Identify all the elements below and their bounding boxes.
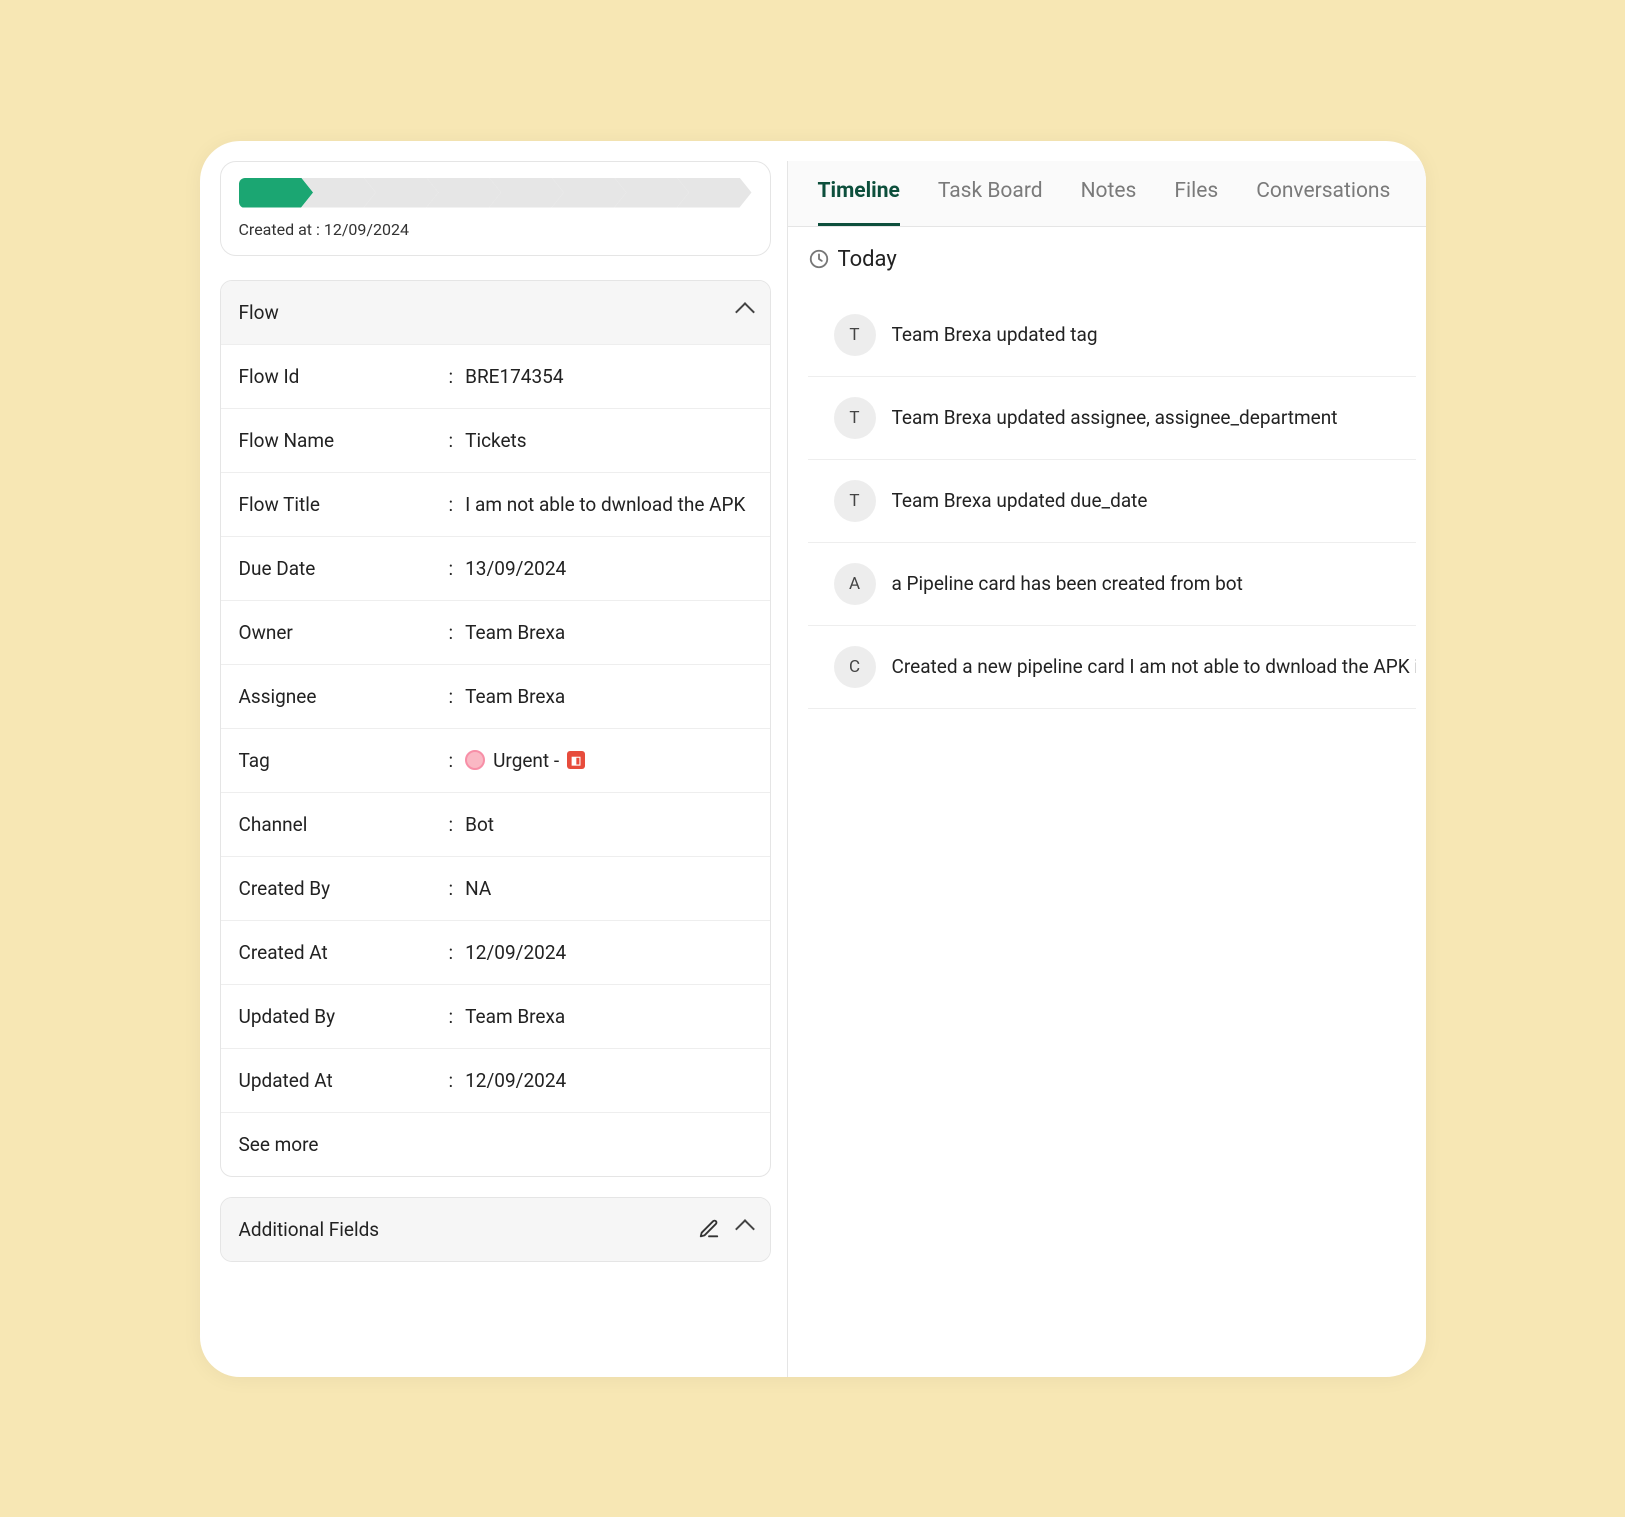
tab-timeline[interactable]: Timeline: [818, 179, 900, 226]
timeline-body: Today T Team Brexa updated tag T Team Brexa…: [788, 227, 1426, 1377]
flow-row-label: Tag: [239, 749, 449, 772]
flow-row-value: : NA: [449, 877, 492, 900]
flow-row: Updated By: Team Brexa: [221, 984, 770, 1048]
flow-row-label: Flow Title: [239, 493, 449, 516]
flow-row-label: Channel: [239, 813, 449, 836]
flow-row-label: Assignee: [239, 685, 449, 708]
tag-color-dot: [465, 750, 485, 770]
timeline-item[interactable]: T Team Brexa updated assignee, assignee_d…: [808, 377, 1416, 460]
flow-section-header[interactable]: Flow: [221, 281, 770, 344]
flow-row-value: : BRE174354: [449, 365, 564, 388]
avatar: A: [834, 563, 876, 605]
see-more-link[interactable]: See more: [221, 1112, 770, 1176]
flow-row: Created By: NA: [221, 856, 770, 920]
flow-row-label: Updated At: [239, 1069, 449, 1092]
flow-row-value: : Bot: [449, 813, 495, 836]
flow-row-value: : 12/09/2024: [449, 941, 567, 964]
flow-row: Flow Name: Tickets: [221, 408, 770, 472]
left-panel: Created at : 12/09/2024 Flow Flow Id: BR…: [200, 161, 788, 1377]
today-label: Today: [838, 247, 897, 272]
flow-row-value: : Tickets: [449, 429, 527, 452]
flow-row-label: Owner: [239, 621, 449, 644]
flow-row-value: : Team Brexa: [449, 1005, 566, 1028]
additional-fields-title: Additional Fields: [239, 1218, 380, 1241]
flow-row: Created At: 12/09/2024: [221, 920, 770, 984]
chevron-up-icon: [735, 302, 755, 322]
tab-files[interactable]: Files: [1174, 179, 1218, 226]
flow-section-title: Flow: [239, 301, 279, 324]
avatar: C: [834, 646, 876, 688]
flow-row: Tag: Urgent - ◧: [221, 728, 770, 792]
created-at-label: Created at : 12/09/2024: [239, 220, 752, 239]
progress-bar: [239, 178, 752, 208]
today-heading: Today: [808, 247, 1416, 272]
flow-row: Updated At: 12/09/2024: [221, 1048, 770, 1112]
flow-row-label: Created By: [239, 877, 449, 900]
flow-row-value: : Urgent - ◧: [449, 749, 586, 772]
timeline-item-text: Team Brexa updated due_date: [892, 489, 1148, 512]
timeline-item-text: Team Brexa updated tag: [892, 323, 1098, 346]
tab-task-board[interactable]: Task Board: [938, 179, 1043, 226]
flow-row-label: Flow Name: [239, 429, 449, 452]
app-window: Created at : 12/09/2024 Flow Flow Id: BR…: [200, 141, 1426, 1377]
flow-row: Assignee: Team Brexa: [221, 664, 770, 728]
flow-row-label: Created At: [239, 941, 449, 964]
flow-row-value: : 13/09/2024: [449, 557, 567, 580]
avatar: T: [834, 314, 876, 356]
progress-card: Created at : 12/09/2024: [220, 161, 771, 256]
avatar: T: [834, 397, 876, 439]
clock-icon: [808, 248, 830, 270]
timeline-item-text: Created a new pipeline card I am not abl…: [892, 655, 1416, 678]
flow-row-label: Flow Id: [239, 365, 449, 388]
flow-row-value: : 12/09/2024: [449, 1069, 567, 1092]
timeline-item-text: Team Brexa updated assignee, assignee_de…: [892, 406, 1338, 429]
timeline-item-text: a Pipeline card has been created from bo…: [892, 572, 1243, 595]
flow-row: Flow Id: BRE174354: [221, 344, 770, 408]
flow-row-value: : I am not able to dwnload the APK: [449, 493, 746, 516]
flow-section: Flow Flow Id: BRE174354Flow Name: Ticket…: [220, 280, 771, 1177]
flow-row: Flow Title: I am not able to dwnload the…: [221, 472, 770, 536]
flow-row-label: Due Date: [239, 557, 449, 580]
timeline-item[interactable]: Aa Pipeline card has been created from b…: [808, 543, 1416, 626]
avatar: T: [834, 480, 876, 522]
tab-conversations[interactable]: Conversations: [1256, 179, 1390, 226]
timeline-item[interactable]: T Team Brexa updated tag: [808, 294, 1416, 377]
pencil-icon[interactable]: [698, 1218, 720, 1240]
chevron-up-icon: [735, 1219, 755, 1239]
timeline-item[interactable]: C Created a new pipeline card I am not ab…: [808, 626, 1416, 709]
tabs: Timeline Task Board Notes Files Conversation…: [788, 161, 1426, 227]
right-panel: Timeline Task Board Notes Files Conversation…: [788, 161, 1426, 1377]
timeline-item[interactable]: T Team Brexa updated due_date: [808, 460, 1416, 543]
urgent-flag-icon: ◧: [567, 751, 585, 769]
flow-row: Channel: Bot: [221, 792, 770, 856]
tab-notes[interactable]: Notes: [1081, 179, 1137, 226]
flow-row-value: : Team Brexa: [449, 685, 566, 708]
progress-step[interactable]: [239, 178, 314, 208]
flow-row: Due Date: 13/09/2024: [221, 536, 770, 600]
flow-row: Owner: Team Brexa: [221, 600, 770, 664]
additional-fields-header[interactable]: Additional Fields: [221, 1198, 770, 1261]
additional-fields-section: Additional Fields: [220, 1197, 771, 1262]
flow-row-value: : Team Brexa: [449, 621, 566, 644]
flow-row-label: Updated By: [239, 1005, 449, 1028]
